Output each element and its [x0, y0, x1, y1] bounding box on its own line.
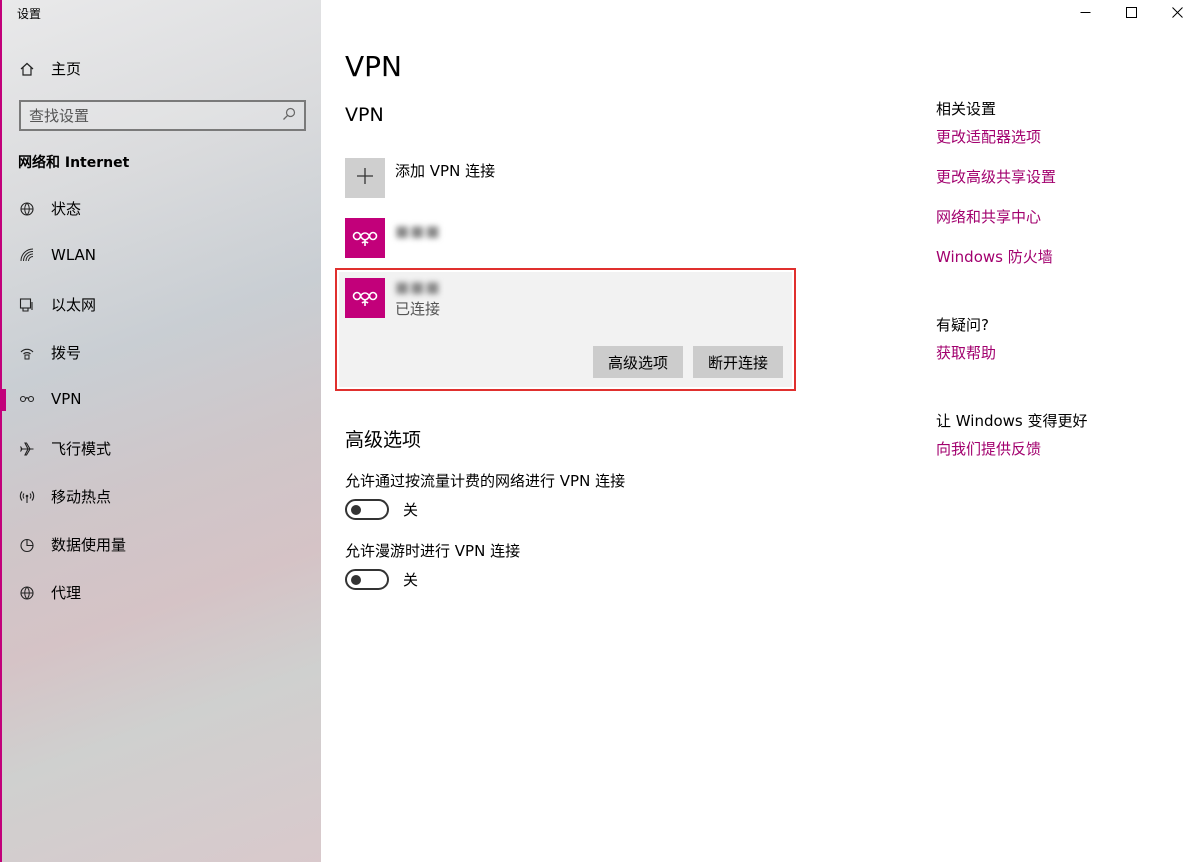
- section-title: 网络和 Internet: [18, 155, 130, 171]
- toggle-knob: [351, 574, 361, 585]
- sidebar-item-hotspot[interactable]: 移动热点: [18, 486, 111, 507]
- advanced-options-button[interactable]: 高级选项: [593, 346, 683, 378]
- link-feedback[interactable]: 向我们提供反馈: [936, 438, 1041, 459]
- maximize-button[interactable]: [1108, 0, 1154, 24]
- sidebar-item-ethernet[interactable]: 以太网: [18, 294, 96, 315]
- sidebar-item-vpn[interactable]: VPN: [18, 390, 82, 408]
- app-title: 设置: [17, 7, 42, 21]
- vpn-connection-1[interactable]: ■■■: [345, 218, 441, 258]
- related-settings-title: 相关设置: [936, 100, 997, 118]
- data-usage-icon: [18, 536, 36, 554]
- maximize-icon: [1125, 3, 1137, 22]
- metered-toggle-state: 关: [403, 501, 419, 519]
- minimize-button[interactable]: [1062, 0, 1108, 24]
- hotspot-icon: [18, 488, 36, 506]
- question-title: 有疑问?: [936, 316, 989, 334]
- vpn-connection-icon: [345, 218, 385, 258]
- sidebar-item-wlan[interactable]: WLAN: [18, 246, 96, 264]
- vpn-icon: [18, 390, 36, 408]
- sidebar-item-label: 状态: [51, 200, 82, 218]
- sidebar-item-label: 飞行模式: [51, 440, 112, 458]
- sidebar-item-data-usage[interactable]: 数据使用量: [18, 534, 126, 555]
- vpn-connection-icon: [345, 278, 385, 318]
- page-title: VPN: [345, 50, 402, 83]
- roaming-toggle-row: 关: [345, 569, 418, 590]
- link-network-sharing-center[interactable]: 网络和共享中心: [936, 206, 1041, 227]
- sidebar-item-label: 移动热点: [51, 488, 112, 506]
- vpn-section-title: VPN: [345, 104, 384, 126]
- disconnect-button[interactable]: 断开连接: [693, 346, 783, 378]
- globe-icon: [18, 584, 36, 602]
- link-windows-firewall[interactable]: Windows 防火墙: [936, 246, 1053, 267]
- nav-home-label: 主页: [51, 60, 82, 78]
- dialup-icon: [18, 344, 36, 362]
- active-indicator: [2, 389, 6, 411]
- vpn-connection-name: ■■■: [395, 278, 441, 296]
- roaming-toggle-state: 关: [403, 571, 419, 589]
- toggle-knob: [351, 504, 361, 515]
- sidebar-item-label: VPN: [51, 390, 82, 408]
- add-vpn-tile[interactable]: [345, 158, 385, 198]
- vpn-connection-name: ■■■: [395, 222, 441, 240]
- airplane-icon: [18, 440, 36, 458]
- sidebar-item-status[interactable]: 状态: [18, 198, 81, 219]
- sidebar-item-label: 代理: [51, 584, 82, 602]
- sidebar-item-dialup[interactable]: 拨号: [18, 342, 81, 363]
- vpn-connection-text: ■■■ 已连接: [395, 278, 441, 319]
- metered-toggle-row: 关: [345, 499, 418, 520]
- advanced-options-title: 高级选项: [345, 429, 422, 451]
- close-button[interactable]: [1154, 0, 1200, 24]
- metered-option-label: 允许通过按流量计费的网络进行 VPN 连接: [345, 472, 626, 490]
- sidebar-item-label: 拨号: [51, 344, 82, 362]
- nav-home[interactable]: 主页: [18, 58, 81, 79]
- vpn-connection-2[interactable]: ■■■ 已连接: [345, 278, 441, 319]
- vpn-connection-status: 已连接: [395, 300, 441, 318]
- minimize-icon: [1080, 3, 1091, 22]
- add-vpn-label: 添加 VPN 连接: [395, 162, 496, 180]
- search-input[interactable]: 查找设置: [19, 100, 306, 131]
- plus-icon: [356, 167, 374, 189]
- sidebar: 设置 主页 查找设置 网络和 Internet 状态 WLAN 以太网 拨号 V…: [0, 0, 321, 862]
- close-icon: [1171, 3, 1183, 22]
- roaming-option-label: 允许漫游时进行 VPN 连接: [345, 542, 521, 560]
- search-icon[interactable]: [282, 107, 296, 125]
- improve-windows-title: 让 Windows 变得更好: [936, 412, 1088, 430]
- sidebar-item-label: WLAN: [51, 246, 97, 264]
- sidebar-item-label: 数据使用量: [51, 536, 127, 554]
- globe-status-icon: [18, 200, 36, 218]
- home-icon: [18, 60, 36, 78]
- wifi-icon: [18, 246, 36, 264]
- link-adapter-options[interactable]: 更改适配器选项: [936, 126, 1041, 147]
- roaming-toggle[interactable]: [345, 569, 389, 590]
- link-get-help[interactable]: 获取帮助: [936, 342, 996, 363]
- ethernet-icon: [18, 296, 36, 314]
- add-vpn-connection[interactable]: 添加 VPN 连接: [345, 158, 495, 198]
- metered-toggle[interactable]: [345, 499, 389, 520]
- sidebar-item-proxy[interactable]: 代理: [18, 582, 81, 603]
- sidebar-item-label: 以太网: [51, 296, 97, 314]
- sidebar-item-airplane[interactable]: 飞行模式: [18, 438, 111, 459]
- link-advanced-sharing[interactable]: 更改高级共享设置: [936, 166, 1056, 187]
- search-placeholder: 查找设置: [29, 107, 90, 125]
